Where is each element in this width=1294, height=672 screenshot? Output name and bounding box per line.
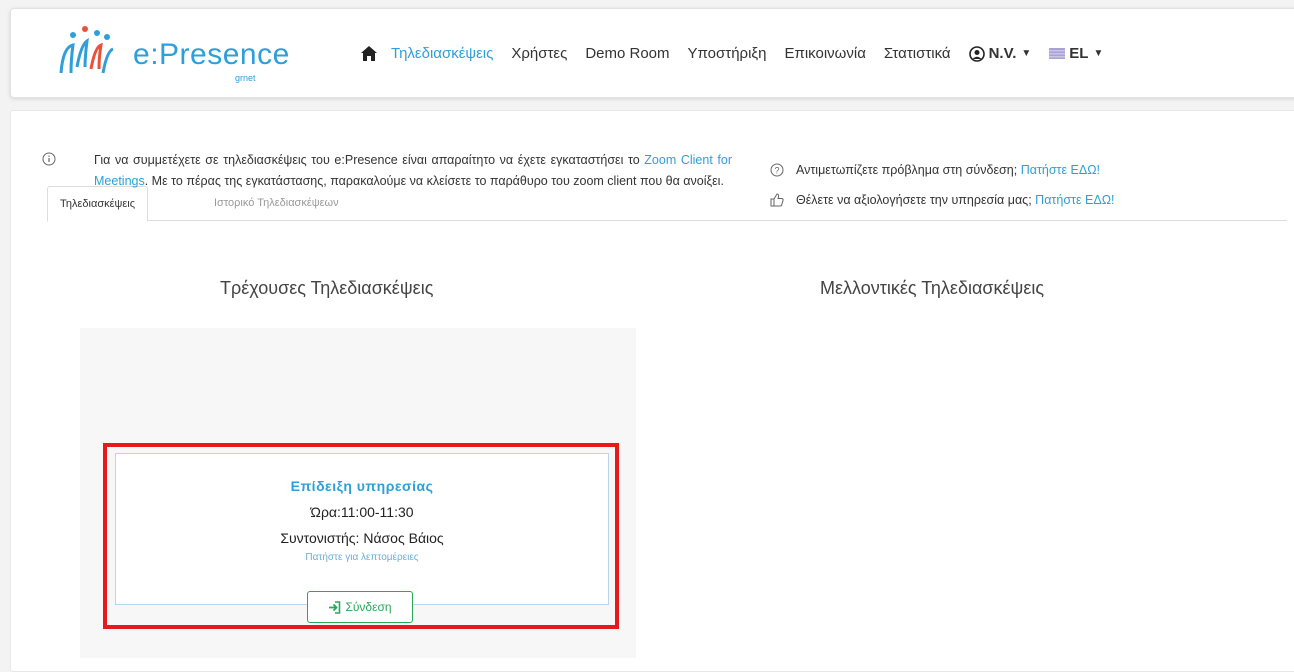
user-menu[interactable]: N.V. ▼: [968, 45, 1032, 62]
nav-item-conferences[interactable]: Τηλεδιασκέψεις: [391, 45, 493, 62]
connection-help-text: Αντιμετωπίζετε πρόβλημα στη σύνδεση;: [796, 163, 1018, 177]
connect-button[interactable]: Σύνδεση: [307, 591, 413, 623]
sign-in-icon: [329, 600, 341, 614]
rate-service-row: Θέλετε να αξιολογήσετε την υπηρεσία μας;…: [770, 190, 1115, 210]
brand-sub: grnet: [235, 73, 256, 83]
chevron-down-icon: ▼: [1021, 48, 1032, 59]
brand-name: e:Presence: [133, 38, 290, 71]
future-conferences-heading: Μελλοντικές Τηλεδιασκέψεις: [820, 278, 1045, 298]
help-links: ? Αντιμετωπίζετε πρόβλημα στη σύνδεση; Π…: [770, 160, 1115, 220]
current-conferences-heading: Τρέχουσες Τηλεδιασκέψεις: [220, 278, 434, 298]
meeting-card[interactable]: Επίδειξη υπηρεσίας Ώρα:11:00-11:30 Συντο…: [115, 453, 609, 605]
info-notice: Για να συμμετέχετε σε τηλεδιασκέψεις του…: [42, 150, 732, 192]
brand-logo[interactable]: e:Presence grnet: [55, 23, 295, 83]
connection-help-link[interactable]: Πατήστε ΕΔΩ!: [1021, 160, 1100, 180]
chevron-down-icon: ▼: [1093, 48, 1104, 59]
nav-item-support[interactable]: Υποστήριξη: [688, 45, 767, 62]
language-code: EL: [1069, 45, 1089, 62]
info-text: Για να συμμετέχετε σε τηλεδιασκέψεις του…: [94, 153, 732, 188]
meeting-details-link[interactable]: Πατήστε για λεπτομέρειες: [116, 552, 608, 563]
thumbs-up-icon: [770, 193, 784, 207]
nav-item-demo-room[interactable]: Demo Room: [585, 45, 669, 62]
question-icon: ?: [770, 163, 784, 177]
nav-item-users[interactable]: Χρήστες: [511, 45, 567, 62]
top-navbar: e:Presence grnet Τηλεδιασκέψεις Χρήστες …: [10, 8, 1294, 98]
meeting-title[interactable]: Επίδειξη υπηρεσίας: [116, 478, 608, 494]
user-initials: N.V.: [988, 45, 1017, 62]
connection-help-row: ? Αντιμετωπίζετε πρόβλημα στη σύνδεση; Π…: [770, 160, 1115, 180]
user-circle-icon: [968, 45, 985, 62]
rate-service-text: Θέλετε να αξιολογήσετε την υπηρεσία μας;: [796, 193, 1032, 207]
main-nav: Τηλεδιασκέψεις Χρήστες Demo Room Υποστήρ…: [361, 45, 1121, 62]
meeting-time: Ώρα:11:00-11:30: [310, 504, 414, 520]
info-icon: [42, 152, 56, 173]
home-icon[interactable]: [361, 46, 377, 61]
rate-service-link[interactable]: Πατήστε ΕΔΩ!: [1035, 190, 1114, 210]
nav-item-contact[interactable]: Επικοινωνία: [784, 45, 865, 62]
people-logo-icon: [59, 26, 114, 74]
language-menu[interactable]: EL ▼: [1049, 45, 1103, 62]
meeting-coordinator: Συντονιστής: Νάσος Βάιος: [280, 530, 444, 546]
connect-label: Σύνδεση: [345, 600, 392, 614]
nav-item-statistics[interactable]: Στατιστικά: [884, 45, 951, 62]
svg-text:?: ?: [774, 166, 779, 176]
flag-icon: [1049, 48, 1066, 59]
